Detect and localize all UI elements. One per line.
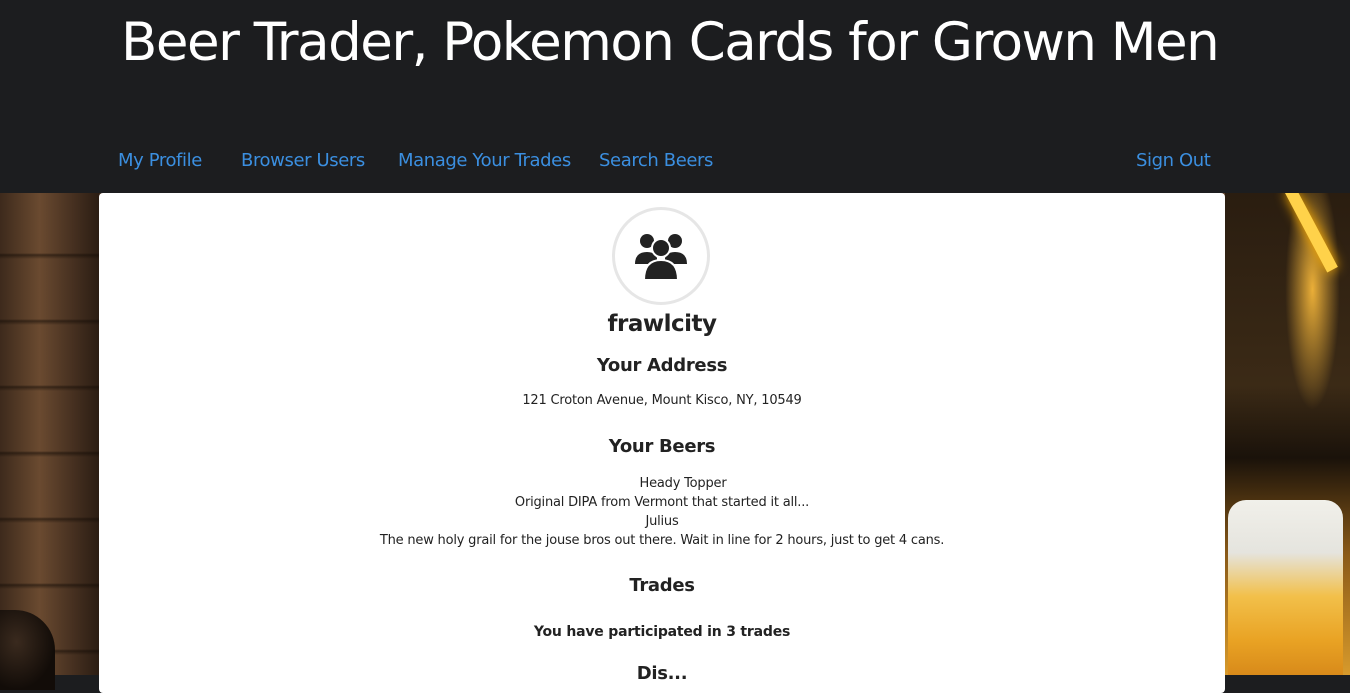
nav-search-beers[interactable]: Search Beers: [599, 150, 713, 171]
beer-description: The new holy grail for the jouse bros ou…: [379, 533, 945, 548]
address-heading: Your Address: [596, 355, 728, 376]
trades-heading: Trades: [629, 575, 695, 596]
site-title: Beer Trader, Pokemon Cards for Grown Men: [121, 12, 1220, 73]
beers-heading: Your Beers: [608, 436, 716, 457]
next-section-heading: Dis...: [636, 663, 688, 684]
beer-name: Julius: [645, 514, 679, 529]
sign-out-link[interactable]: Sign Out: [1136, 150, 1211, 171]
beers-list: Heady Topper Original DIPA from Vermont …: [99, 474, 1225, 550]
background-wood-panel: [0, 193, 99, 675]
avatar: [612, 207, 710, 305]
nav-browser-users[interactable]: Browser Users: [241, 150, 365, 171]
users-group-icon: [635, 234, 687, 280]
address-value: 121 Croton Avenue, Mount Kisco, NY, 1054…: [522, 393, 802, 408]
beer-description: Original DIPA from Vermont that started …: [514, 495, 810, 510]
profile-card: frawlcity Your Address 121 Croton Avenue…: [99, 193, 1225, 693]
nav-manage-trades[interactable]: Manage Your Trades: [398, 150, 571, 171]
trades-summary: You have participated in 3 trades: [533, 624, 791, 640]
nav-my-profile[interactable]: My Profile: [118, 150, 202, 171]
background-beer-glass: [1228, 500, 1343, 675]
username: frawlcity: [607, 311, 717, 337]
site-header: Beer Trader, Pokemon Cards for Grown Men…: [0, 0, 1350, 193]
beer-name: Heady Topper: [639, 476, 727, 491]
main-nav: My Profile Browser Users Manage Your Tra…: [0, 150, 1350, 180]
